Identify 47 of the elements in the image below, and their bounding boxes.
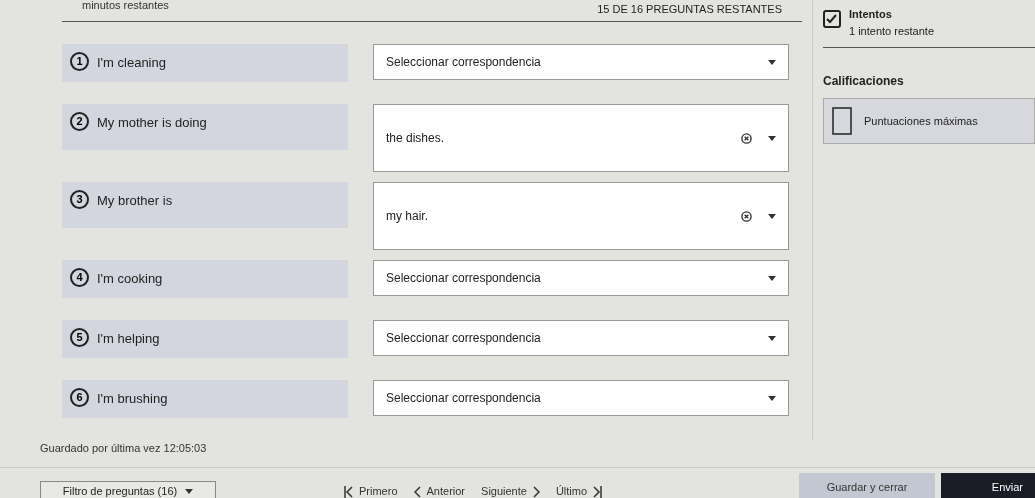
checkbox-icon [823, 10, 841, 28]
last-page-icon [593, 485, 603, 498]
question-number: 5 [70, 328, 89, 347]
question-text: I'm cleaning [97, 54, 166, 72]
question-text: I'm cooking [97, 270, 163, 288]
question-number: 4 [70, 268, 89, 287]
match-dropdown[interactable]: Seleccionar correspondencia [373, 260, 789, 296]
attempts-text: 1 intento restante [849, 23, 934, 39]
nav-link[interactable]: Siguiente [481, 483, 540, 498]
nav-link[interactable]: Último [555, 483, 603, 498]
question-text: I'm brushing [97, 390, 168, 408]
saved-text: Guardado por última vez 12:05:03 [39, 441, 208, 456]
question-number: 2 [70, 112, 89, 131]
match-dropdown[interactable]: the dishes. [373, 104, 789, 172]
match-dropdown[interactable]: Seleccionar correspondencia [373, 44, 789, 80]
question-filter[interactable]: Filtro de preguntas (16) [40, 480, 216, 498]
progress-text: 15 DE 16 PREGUNTAS RESTANTES [597, 2, 782, 17]
chevron-right-icon [532, 485, 540, 498]
clear-icon[interactable] [741, 132, 752, 144]
document-icon [832, 107, 852, 135]
question-number: 3 [70, 190, 89, 209]
timer-text: minutos restantes [82, 0, 169, 11]
grades-title: Calificaciones [823, 73, 905, 90]
caret-icon [768, 213, 776, 219]
question-number: 6 [70, 388, 89, 407]
question-text: My brother is [97, 192, 173, 210]
question-text: I'm helping [97, 330, 160, 348]
match-dropdown[interactable]: Seleccionar correspondencia [373, 320, 789, 356]
first-page-icon [344, 485, 353, 498]
question-number: 1 [70, 52, 89, 71]
clear-icon[interactable] [741, 210, 752, 222]
caret-icon [768, 59, 776, 65]
match-dropdown[interactable]: Seleccionar correspondencia [373, 380, 789, 416]
question-text: My mother is doing [97, 114, 207, 132]
caret-icon [768, 395, 776, 401]
caret-icon [185, 489, 194, 494]
attempts-title: Intentos [849, 7, 893, 22]
caret-icon [768, 335, 776, 341]
nav-link[interactable]: Primero [344, 483, 398, 498]
nav-link[interactable]: Anterior [413, 483, 466, 498]
grades-item[interactable]: Puntuaciones máximas [823, 98, 1035, 144]
chevron-left-icon [413, 485, 421, 498]
save-close-button[interactable]: Guardar y cerrar [799, 472, 935, 498]
caret-icon [768, 275, 776, 281]
caret-icon [768, 135, 776, 141]
match-dropdown[interactable]: my hair. [373, 182, 789, 250]
submit-button[interactable]: Enviar [941, 472, 1035, 498]
